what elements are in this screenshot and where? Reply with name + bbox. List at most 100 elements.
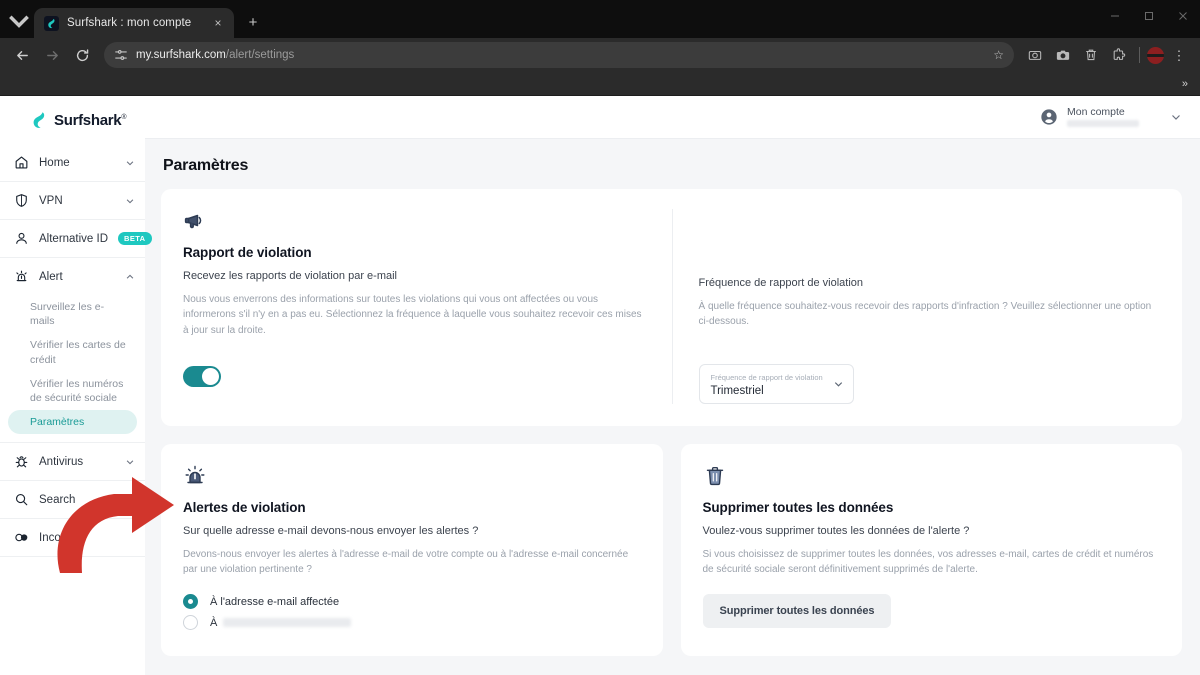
sidebar-item-antivirus[interactable]: Antivirus — [0, 443, 145, 480]
page-title: Paramètres — [163, 157, 249, 174]
nav-group-alternative-id: Alternative ID BETA — [0, 220, 152, 258]
reload-icon[interactable] — [68, 41, 96, 69]
brand-logo[interactable]: Surfshark® — [0, 96, 145, 144]
screenshot-icon[interactable] — [1022, 42, 1048, 68]
content-area: Mon compte Paramètres Rapport de violati… — [145, 96, 1200, 675]
profile-avatar[interactable] — [1147, 46, 1164, 64]
chevron-down-icon[interactable] — [125, 158, 135, 168]
address-bar[interactable]: my.surfshark.com/alert/settings ☆ — [104, 42, 1014, 68]
breach-report-card: Rapport de violation Recevez les rapport… — [161, 189, 1182, 426]
sidebar-subitem-parametres[interactable]: Paramètres — [8, 410, 137, 435]
settings-main: Paramètres Rapport de violation Recevez … — [145, 139, 1200, 675]
megaphone-icon — [183, 209, 648, 235]
sidebar-item-label: Antivirus — [39, 455, 84, 468]
trash-icon[interactable] — [1078, 42, 1104, 68]
radio-row-affected-email[interactable]: À l'adresse e-mail affectée — [183, 592, 641, 612]
radio-account-email[interactable] — [183, 615, 198, 631]
frequency-select-value: Trimestriel — [710, 384, 764, 397]
tab-title: Surfshark : mon compte — [67, 17, 192, 29]
chevron-down-icon[interactable] — [125, 196, 135, 206]
siren-icon — [183, 464, 641, 490]
shield-icon — [14, 193, 29, 208]
nav-group-vpn: VPN — [0, 182, 145, 220]
sidebar-subitem-check-ssn[interactable]: Vérifier les numéros de sécurité sociale — [8, 372, 137, 410]
breach-frequency-col: Fréquence de rapport de violation À quel… — [671, 209, 1161, 404]
page-body: Surfshark® Home VPN Alternative ID BETA … — [0, 96, 1200, 675]
breach-alerts-subtitle: Sur quelle adresse e-mail devons-nous en… — [183, 524, 479, 537]
nav-group-home: Home — [0, 144, 145, 182]
sidebar-item-label: Home — [39, 156, 70, 169]
bookmarks-overflow-icon[interactable]: » — [1182, 78, 1188, 90]
person-icon — [14, 231, 29, 246]
settings-grid: Rapport de violation Recevez les rapport… — [161, 189, 1182, 656]
toolbar-divider — [1139, 47, 1140, 63]
sidebar-item-label: Alternative ID — [39, 232, 109, 245]
back-arrow-icon[interactable] — [8, 41, 36, 69]
delete-all-data-button[interactable]: Supprimer toutes les données — [702, 593, 892, 628]
chevron-down-icon[interactable] — [125, 457, 135, 467]
account-circle-icon — [1040, 108, 1058, 126]
account-texts: Mon compte — [1067, 107, 1139, 128]
frequency-select[interactable]: Fréquence de rapport de violation Trimes… — [698, 363, 854, 404]
antivirus-bug-icon — [14, 454, 29, 469]
tab-close-icon[interactable]: × — [210, 15, 226, 31]
minimize-icon[interactable] — [1098, 0, 1132, 32]
forward-arrow-icon[interactable] — [38, 41, 66, 69]
browser-tab[interactable]: Surfshark : mon compte × — [34, 8, 234, 38]
extensions-icon[interactable] — [1106, 42, 1132, 68]
chevron-up-icon[interactable] — [125, 272, 135, 282]
nav-group-incogni: Incogni — [0, 519, 145, 558]
camera-icon[interactable] — [1050, 42, 1076, 68]
delete-data-body: Si vous choisissez de supprimer toutes l… — [702, 548, 1154, 576]
browser-titlebar: Surfshark : mon compte × + — [0, 0, 1200, 38]
radio-account-email-label: À — [210, 617, 352, 629]
radio-affected-email[interactable] — [183, 594, 198, 610]
url-path: /alert/settings — [225, 49, 295, 61]
url-host: my.surfshark.com — [136, 49, 226, 61]
nav-group-alert: Alert Surveillez les e-mails Vérifier le… — [0, 258, 145, 444]
radio-row-account-email[interactable]: À — [183, 613, 641, 633]
new-tab-button[interactable]: + — [240, 9, 266, 35]
email-reports-toggle[interactable] — [183, 366, 221, 388]
tab-strip: Surfshark : mon compte × + — [0, 0, 266, 38]
radio-affected-email-label: À l'adresse e-mail affectée — [210, 595, 340, 608]
sidebar-item-alert[interactable]: Alert — [0, 258, 145, 295]
browser-toolbar: my.surfshark.com/alert/settings ☆ ⋮ — [0, 38, 1200, 72]
app-topbar: Mon compte — [145, 96, 1200, 139]
sidebar-subitem-monitor-emails[interactable]: Surveillez les e-mails — [8, 295, 137, 333]
sidebar-nav: Home VPN Alternative ID BETA Alert Surve… — [0, 144, 152, 558]
breach-alerts-body: Devons-nous envoyer les alertes à l'adre… — [183, 548, 629, 576]
star-icon[interactable]: ☆ — [993, 48, 1004, 62]
alert-subnav: Surveillez les e-mails Vérifier les cart… — [0, 295, 145, 442]
search-icon — [14, 492, 29, 507]
account-menu[interactable]: Mon compte — [1040, 107, 1182, 128]
chevron-down-icon[interactable] — [1170, 111, 1182, 123]
breach-report-title: Rapport de violation — [183, 245, 312, 260]
close-icon[interactable] — [1166, 0, 1200, 32]
sidebar-subitem-check-credit-cards[interactable]: Vérifier les cartes de crédit — [8, 333, 137, 371]
bookmarks-bar: » — [0, 72, 1200, 96]
delete-data-card: Supprimer toutes les données Voulez-vous… — [680, 443, 1182, 656]
sidebar: Surfshark® Home VPN Alternative ID BETA … — [0, 96, 152, 675]
chevron-down-icon[interactable] — [833, 378, 844, 389]
breach-report-body: Nous vous enverrons des informations sur… — [183, 293, 642, 336]
breach-report-subtitle: Recevez les rapports de violation par e-… — [183, 270, 397, 282]
tab-search-icon[interactable] — [6, 7, 32, 33]
sidebar-item-incogni[interactable]: Incogni — [0, 519, 145, 556]
site-settings-tune-icon[interactable] — [114, 48, 128, 62]
sidebar-item-search[interactable]: Search — [0, 481, 145, 518]
sidebar-item-label: Search — [39, 493, 76, 506]
sidebar-item-vpn[interactable]: VPN — [0, 182, 145, 219]
browser-window: Surfshark : mon compte × + my.surfshark.… — [0, 0, 1200, 675]
surfshark-favicon — [44, 15, 59, 31]
maximize-icon[interactable] — [1132, 0, 1166, 32]
kebab-menu-icon[interactable]: ⋮ — [1166, 42, 1192, 68]
sidebar-item-label: Incogni — [39, 531, 77, 544]
sidebar-item-home[interactable]: Home — [0, 144, 145, 181]
delete-data-title: Supprimer toutes les données — [702, 499, 894, 515]
frequency-select-label: Fréquence de rapport de violation — [710, 373, 823, 383]
brand-name: Surfshark® — [54, 111, 127, 129]
window-controls — [1098, 0, 1200, 32]
sidebar-item-alternative-id[interactable]: Alternative ID BETA — [0, 220, 152, 257]
surfshark-logo-icon — [30, 111, 48, 129]
